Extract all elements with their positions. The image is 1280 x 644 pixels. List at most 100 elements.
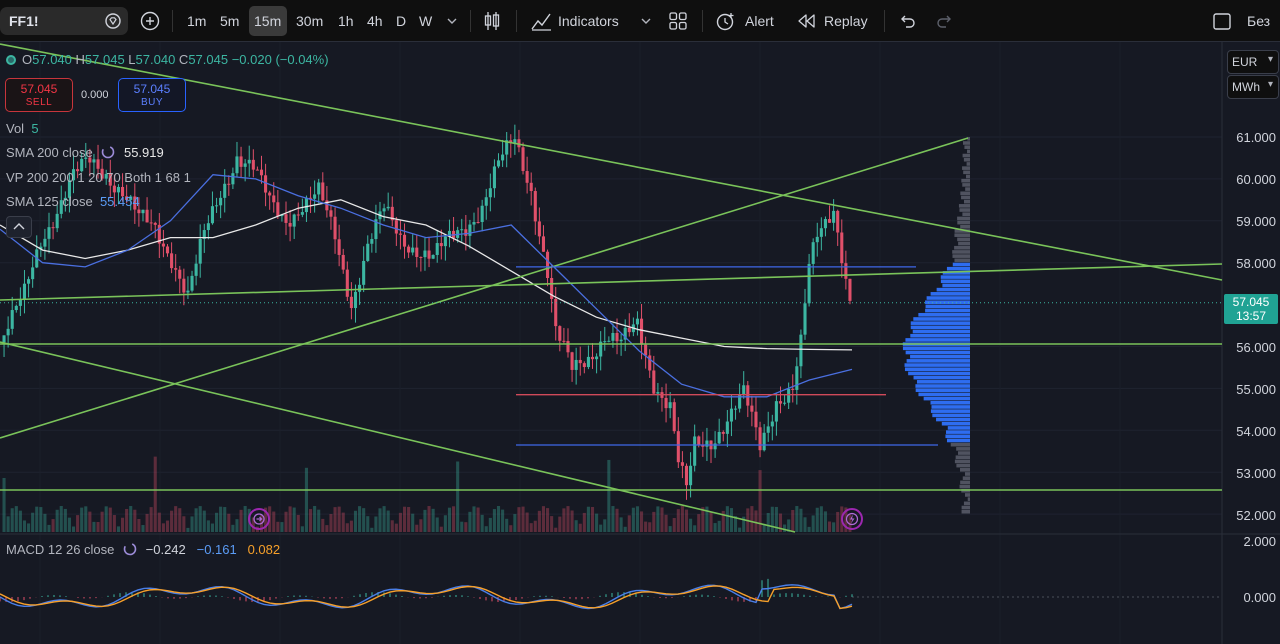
timeframe-d[interactable]: D: [396, 0, 406, 42]
indicators-icon[interactable]: [530, 0, 552, 42]
volume-bar: [398, 512, 402, 532]
buy-button[interactable]: 57.045 BUY: [118, 78, 186, 112]
timeframe-5m[interactable]: 5m: [220, 0, 239, 42]
dividends-icon[interactable]: [248, 508, 270, 530]
volume-bar: [435, 517, 439, 532]
candle-body: [206, 223, 210, 231]
volume-bar: [586, 506, 590, 532]
candle-body: [607, 340, 611, 342]
replay-button[interactable]: Replay: [824, 0, 868, 42]
redo-icon[interactable]: [936, 0, 954, 42]
volume-bar: [680, 506, 684, 532]
candle-body: [186, 290, 190, 293]
volume-bar: [529, 523, 533, 532]
profile-bar: [965, 187, 970, 191]
candle-body: [27, 279, 31, 284]
bar-countdown: 13:57: [1235, 309, 1267, 323]
candle-body: [525, 171, 529, 183]
profile-bar: [906, 359, 970, 363]
profile-bar: [956, 463, 970, 468]
candle-body: [362, 260, 366, 285]
volume-bar: [611, 506, 615, 532]
volume-bar: [141, 525, 145, 532]
timeframe-1m[interactable]: 1m: [187, 0, 206, 42]
alert-clock-icon[interactable]: [715, 0, 737, 42]
sma200-legend[interactable]: SMA 200 close 55.919: [6, 145, 164, 160]
profile-bar: [958, 204, 970, 208]
volume-bar: [304, 467, 308, 532]
candle-body: [611, 332, 615, 341]
profile-bar: [963, 501, 970, 506]
profile-bar: [958, 451, 970, 455]
timeframe-15m[interactable]: 15m: [254, 0, 281, 42]
volume-bar: [59, 506, 63, 532]
volume-bar: [590, 506, 595, 532]
candle-body: [439, 243, 443, 247]
timeframe-1h[interactable]: 1h: [338, 0, 354, 42]
candle-body: [742, 385, 746, 395]
add-symbol-icon[interactable]: [140, 0, 160, 42]
candle-body: [194, 263, 198, 276]
volume-bar: [505, 518, 509, 532]
diamond-icon[interactable]: [105, 13, 121, 29]
layout-square-icon[interactable]: [1212, 0, 1232, 42]
replay-icon[interactable]: [797, 0, 817, 42]
volume-bar: [219, 506, 223, 532]
profile-bar: [967, 497, 970, 501]
profile-bar: [961, 509, 970, 514]
candle-body: [255, 169, 259, 171]
vp-legend[interactable]: VP 200 200 1 20 70 Both 1 68 1: [6, 170, 191, 185]
candle-body: [488, 188, 492, 198]
volume-bar: [55, 509, 59, 532]
layouts-grid-icon[interactable]: [668, 0, 688, 42]
candles-icon[interactable]: [482, 0, 502, 42]
alert-button[interactable]: Alert: [745, 0, 774, 42]
volume-bar: [202, 510, 206, 532]
market-status-icon[interactable]: [6, 55, 16, 65]
chevron-down-icon[interactable]: [640, 0, 652, 42]
lightning-icon[interactable]: [841, 508, 863, 530]
unit-select[interactable]: MWh ▾: [1227, 75, 1279, 99]
candle-body: [337, 239, 341, 255]
volume-bar: [112, 515, 116, 532]
volume-bar: [676, 509, 680, 532]
candle-body: [170, 253, 174, 269]
volume-bar: [517, 507, 521, 532]
volume-bar: [488, 517, 492, 532]
macd-line: [0, 584, 853, 610]
profile-bar: [959, 484, 970, 489]
volume-bar: [464, 522, 468, 532]
volume-bar: [366, 516, 370, 532]
volume-bar: [689, 518, 693, 532]
layout-name[interactable]: Без: [1247, 0, 1270, 42]
indicators-button[interactable]: Indicators: [558, 0, 619, 42]
timeframe-30m[interactable]: 30m: [296, 0, 323, 42]
macd-legend[interactable]: MACD 12 26 close −0.242 −0.161 0.082: [6, 542, 280, 557]
volume-bar: [668, 526, 672, 532]
volume-bar: [509, 525, 513, 532]
sma125-legend[interactable]: SMA 125 close 55.454: [6, 194, 140, 209]
volume-bar: [652, 511, 656, 532]
price-tick: 59.000: [1236, 214, 1276, 229]
volume-bar: [484, 526, 488, 532]
volume-bar: [272, 511, 276, 532]
vol-legend[interactable]: Vol 5: [6, 121, 39, 136]
chevron-down-icon[interactable]: [446, 0, 458, 42]
volume-bar: [766, 513, 770, 532]
symbol-search[interactable]: FF1!: [0, 7, 128, 35]
volume-bar: [672, 517, 676, 532]
volume-bar: [423, 509, 427, 532]
volume-bar: [791, 509, 795, 532]
sell-button[interactable]: 57.045 SELL: [5, 78, 73, 112]
currency-select[interactable]: EUR ▾: [1227, 50, 1279, 74]
volume-bar: [71, 526, 76, 532]
candle-body: [627, 327, 631, 333]
profile-bar: [962, 141, 970, 145]
timeframe-4h[interactable]: 4h: [367, 0, 383, 42]
collapse-legend-button[interactable]: [6, 216, 32, 238]
profile-bar: [925, 304, 970, 309]
volume-bar: [80, 507, 84, 532]
timeframe-w[interactable]: W: [419, 0, 432, 42]
profile-bar: [915, 384, 970, 388]
undo-icon[interactable]: [898, 0, 916, 42]
